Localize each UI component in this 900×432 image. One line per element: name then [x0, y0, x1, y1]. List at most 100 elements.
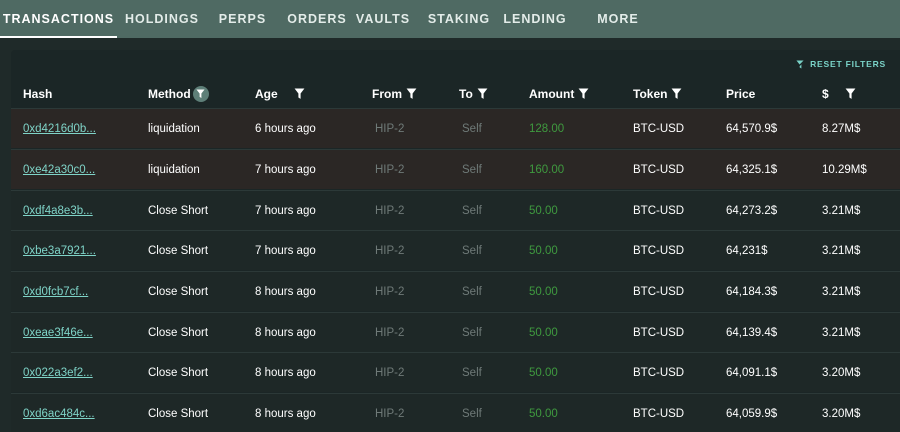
method-cell: Close Short — [148, 205, 209, 217]
to-cell: Self — [462, 245, 482, 257]
amount-filter-icon[interactable] — [578, 88, 589, 100]
token-cell: BTC-USD — [633, 245, 685, 257]
price-cell: 64,139.4$ — [726, 327, 778, 339]
usd-value-cell: 8.27M$ — [822, 123, 861, 135]
table-row[interactable]: 0xeae3f46e... Close Short 8 hours ago HI… — [11, 312, 900, 352]
tx-hash-link[interactable]: 0xd4216d0b... — [23, 109, 96, 149]
age-cell: 8 hours ago — [255, 327, 316, 339]
usd-value-cell: 3.20M$ — [822, 408, 861, 420]
tab-perps[interactable]: PERPS — [215, 0, 270, 38]
col-method: Method — [148, 80, 209, 108]
token-cell: BTC-USD — [633, 327, 685, 339]
table-row[interactable]: 0xd0fcb7cf... Close Short 8 hours ago HI… — [11, 271, 900, 311]
col-age: Age — [255, 80, 305, 108]
to-cell: Self — [462, 286, 482, 298]
table-row[interactable]: 0xd6ac484c... Close Short 8 hours ago HI… — [11, 393, 900, 432]
from-cell: HIP-2 — [375, 164, 405, 176]
usd-value-cell: 3.21M$ — [822, 205, 861, 217]
token-filter-icon[interactable] — [671, 88, 682, 100]
from-cell: HIP-2 — [375, 327, 405, 339]
token-cell: BTC-USD — [633, 205, 685, 217]
from-cell: HIP-2 — [375, 205, 405, 217]
tx-hash-link[interactable]: 0xd6ac484c... — [23, 394, 95, 432]
to-cell: Self — [462, 205, 482, 217]
filter-off-icon — [796, 59, 806, 69]
token-cell: BTC-USD — [633, 123, 685, 135]
amount-cell: 50.00 — [529, 367, 558, 379]
col-hash: Hash — [23, 87, 53, 101]
token-cell: BTC-USD — [633, 286, 685, 298]
method-cell: Close Short — [148, 408, 209, 420]
table-header: Hash Method Age From To Amount Token Pri… — [11, 80, 900, 108]
tab-orders[interactable]: ORDERS — [282, 0, 352, 38]
age-cell: 7 hours ago — [255, 205, 316, 217]
method-cell: Close Short — [148, 327, 209, 339]
table-row[interactable]: 0xd4216d0b... liquidation 6 hours ago HI… — [11, 108, 900, 148]
tx-hash-link[interactable]: 0xbe3a7921... — [23, 231, 96, 271]
col-token: Token — [633, 80, 682, 108]
from-cell: HIP-2 — [375, 408, 405, 420]
tx-hash-link[interactable]: 0xeae3f46e... — [23, 313, 93, 353]
age-cell: 6 hours ago — [255, 123, 316, 135]
tab-holdings[interactable]: HOLDINGS — [117, 0, 207, 38]
tab-transactions[interactable]: TRANSACTIONS — [0, 0, 117, 38]
age-cell: 8 hours ago — [255, 408, 316, 420]
tab-vaults[interactable]: VAULTS — [352, 0, 414, 38]
tab-more[interactable]: MORE — [590, 0, 646, 38]
to-filter-icon[interactable] — [477, 88, 488, 100]
age-filter-icon[interactable] — [294, 88, 305, 100]
amount-cell: 50.00 — [529, 286, 558, 298]
method-cell: Close Short — [148, 367, 209, 379]
tx-hash-link[interactable]: 0xe42a30c0... — [23, 150, 95, 190]
from-cell: HIP-2 — [375, 367, 405, 379]
usd-filter-icon[interactable] — [845, 88, 856, 100]
usd-value-cell: 3.21M$ — [822, 286, 861, 298]
from-cell: HIP-2 — [375, 123, 405, 135]
reset-filters-button[interactable]: RESET FILTERS — [796, 59, 886, 69]
age-cell: 8 hours ago — [255, 367, 316, 379]
tab-lending[interactable]: LENDING — [498, 0, 572, 38]
to-cell: Self — [462, 327, 482, 339]
amount-cell: 160.00 — [529, 164, 565, 176]
reset-filters-label: RESET FILTERS — [810, 59, 886, 69]
usd-value-cell: 10.29M$ — [822, 164, 867, 176]
to-cell: Self — [462, 164, 482, 176]
usd-value-cell: 3.21M$ — [822, 245, 861, 257]
amount-cell: 50.00 — [529, 245, 558, 257]
token-cell: BTC-USD — [633, 164, 685, 176]
table-row[interactable]: 0xbe3a7921... Close Short 7 hours ago HI… — [11, 230, 900, 270]
from-filter-icon[interactable] — [406, 88, 417, 100]
price-cell: 64,570.9$ — [726, 123, 778, 135]
table-row[interactable]: 0x022a3ef2... Close Short 8 hours ago HI… — [11, 352, 900, 392]
tab-staking[interactable]: STAKING — [420, 0, 498, 38]
token-cell: BTC-USD — [633, 367, 685, 379]
top-nav: TRANSACTIONS HOLDINGS PERPS ORDERS VAULT… — [0, 0, 900, 38]
col-amount: Amount — [529, 80, 589, 108]
amount-cell: 50.00 — [529, 408, 558, 420]
method-filter-icon[interactable] — [192, 86, 209, 102]
method-cell: liquidation — [148, 123, 200, 135]
age-cell: 7 hours ago — [255, 245, 316, 257]
price-cell: 64,059.9$ — [726, 408, 778, 420]
method-cell: Close Short — [148, 286, 209, 298]
to-cell: Self — [462, 367, 482, 379]
method-cell: liquidation — [148, 164, 200, 176]
tx-hash-link[interactable]: 0x022a3ef2... — [23, 353, 93, 393]
col-from: From — [372, 80, 417, 108]
table-row[interactable]: 0xdf4a8e3b... Close Short 7 hours ago HI… — [11, 190, 900, 230]
transactions-panel: RESET FILTERS Hash Method Age From To Am… — [11, 50, 900, 432]
table-row[interactable]: 0xe42a30c0... liquidation 7 hours ago HI… — [11, 149, 900, 189]
from-cell: HIP-2 — [375, 245, 405, 257]
tx-hash-link[interactable]: 0xdf4a8e3b... — [23, 191, 93, 231]
price-cell: 64,325.1$ — [726, 164, 778, 176]
age-cell: 7 hours ago — [255, 164, 316, 176]
tx-hash-link[interactable]: 0xd0fcb7cf... — [23, 272, 88, 312]
token-cell: BTC-USD — [633, 408, 685, 420]
col-price: Price — [726, 87, 756, 101]
usd-value-cell: 3.21M$ — [822, 327, 861, 339]
method-cell: Close Short — [148, 245, 209, 257]
amount-cell: 50.00 — [529, 205, 558, 217]
col-to: To — [459, 80, 488, 108]
col-usd: $ — [822, 80, 856, 108]
price-cell: 64,231$ — [726, 245, 768, 257]
